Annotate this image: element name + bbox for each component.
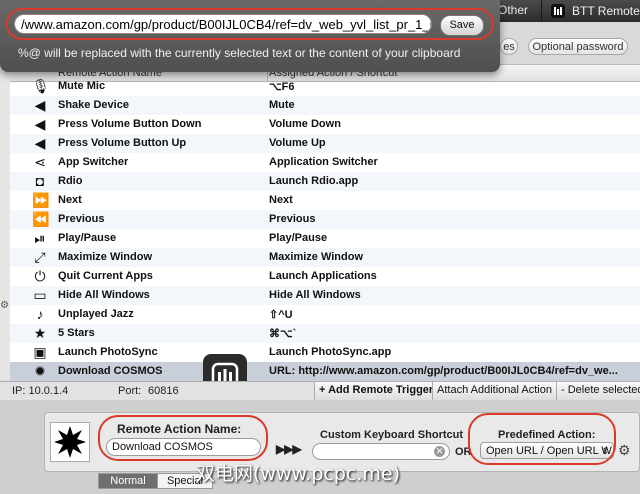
row-action-name: Rdio [58,175,83,187]
row-assigned-action: Previous [269,213,316,225]
clear-shortcut-icon[interactable]: ✕ [434,446,445,457]
watermark-text: 双电网(www.pcpc.me) [196,463,400,485]
row-action-name: App Switcher [58,156,129,168]
table-row[interactable]: ⏩ Next Next [10,191,640,210]
row-action-name: Hide All Windows [58,289,150,301]
table-row[interactable]: ⤢ Maximize Window Maximize Window [10,248,640,267]
highlight-ring-name [98,415,268,461]
status-bar: IP: 10.0.1.4 Port: 60816 + Add Remote Tr… [0,381,640,401]
highlight-ring-url [6,8,494,40]
tab-btt-remote-label: BTT Remote [572,4,640,18]
row-action-name: Maximize Window [58,251,153,263]
placeholder-hint: %@ will be replaced with the currently s… [18,46,461,60]
maximize-icon: ⤢ [34,249,46,265]
url-popover: /www.amazon.com/gp/product/B00IJL0CB4/re… [0,0,500,72]
burst-icon [54,426,86,458]
row-assigned-action: Play/Pause [269,232,328,244]
row-assigned-action: ⌥F6 [269,81,295,93]
row-action-name: Shake Device [58,99,129,111]
gear-icon[interactable]: ⚙ [618,442,631,459]
remote-actions-table: Remote Action Name Assigned Action / Sho… [10,64,640,381]
rdio-icon: ◘ [35,173,45,189]
table-row[interactable]: ★ 5 Stars ⌘⌥` [10,324,640,343]
row-assigned-action: Volume Up [269,137,326,149]
tab-other[interactable]: Other [498,3,528,17]
custom-keyboard-shortcut-label: Custom Keyboard Shortcut [320,429,464,441]
table-row[interactable]: ⏻ Quit Current Apps Launch Applications [10,267,640,286]
monitor-icon: ▭ [33,287,47,303]
row-assigned-action: Volume Down [269,118,341,130]
row-assigned-action: ⌘⌥` [269,328,297,340]
row-assigned-action: Hide All Windows [269,289,361,301]
table-row[interactable]: ⋖ App Switcher Application Switcher [10,153,640,172]
row-assigned-action: Application Switcher [269,156,378,168]
highlight-ring-predefined [468,413,616,465]
ip-address: IP: 10.0.1.4 [12,385,69,397]
arrows-indicator: ▶▶▶ [276,442,302,456]
port-label: Port: [118,385,142,397]
table-row[interactable]: ◀ Shake Device Mute [10,96,640,115]
row-assigned-action: Launch Rdio.app [269,175,359,187]
row-action-name: Previous [58,213,105,225]
table-row[interactable]: ◀ Press Volume Button Down Volume Down [10,115,640,134]
attach-additional-action-button[interactable]: Attach Additional Action [432,382,556,400]
burst-icon: ✹ [34,363,46,379]
delete-selected-button[interactable]: - Delete selected [556,382,640,400]
add-remote-trigger-button[interactable]: + Add Remote Trigger [314,382,438,400]
action-icon-well[interactable] [50,422,90,462]
table-row[interactable]: 🎙 Mute Mic ⌥F6 [10,77,640,96]
row-action-name: 5 Stars [58,327,95,339]
music-note-icon: ♪ [36,306,44,322]
volume-up-icon: ◀ [34,135,46,151]
previous-icon: ⏪ [32,211,50,227]
table-row[interactable]: ▣ Launch PhotoSync Launch PhotoSync.app [10,343,640,362]
table-row[interactable]: ⏯ Play/Pause Play/Pause [10,229,640,248]
volume-down-icon: ◀ [34,116,46,132]
btt-remote-icon [551,4,565,18]
row-assigned-action: Maximize Window [269,251,364,263]
row-action-name: Unplayed Jazz [58,308,134,320]
speaker-icon: ◀ [34,97,46,113]
row-assigned-action: Next [269,194,293,206]
microphone-icon: 🎙 [32,78,50,94]
row-assigned-action: URL: http://www.amazon.com/gp/product/B0… [269,365,618,377]
table-row[interactable]: ✹ Download COSMOS URL: http://www.amazon.c… [10,362,640,381]
small-button[interactable]: es [500,38,518,55]
row-assigned-action: ⇧^U [269,309,293,321]
segment-normal[interactable]: Normal [98,473,158,489]
row-action-name: Press Volume Button Down [58,118,202,130]
row-action-name: Quit Current Apps [58,270,153,282]
table-row[interactable]: ▭ Hide All Windows Hide All Windows [10,286,640,305]
row-action-name: Play/Pause [58,232,117,244]
play-pause-icon: ⏯ [34,230,46,246]
star-icon: ★ [33,325,47,341]
table-row[interactable]: ⏪ Previous Previous [10,210,640,229]
row-action-name: Launch PhotoSync [58,346,158,358]
row-action-name: Press Volume Button Up [58,137,187,149]
table-row[interactable]: ♪ Unplayed Jazz ⇧^U [10,305,640,324]
row-action-name: Next [58,194,82,206]
table-row[interactable]: ◀ Press Volume Button Up Volume Up [10,134,640,153]
row-assigned-action: Launch PhotoSync.app [269,346,392,358]
row-action-name: Download COSMOS [58,365,163,377]
row-assigned-action: Mute [269,99,295,111]
photosync-icon: ▣ [33,344,47,360]
keyboard-shortcut-field[interactable] [312,443,450,460]
row-assigned-action: Launch Applications [269,270,377,282]
tab-btt-remote[interactable]: BTT Remote [541,0,640,22]
optional-password-field[interactable]: Optional password [528,38,628,55]
share-icon: ⋖ [34,154,46,170]
row-action-name: Mute Mic [58,80,106,92]
power-icon: ⏻ [34,268,46,284]
port-value: 60816 [148,385,179,397]
table-row[interactable]: ◘ Rdio Launch Rdio.app [10,172,640,191]
gear-icon[interactable]: ⚙ [0,300,9,311]
next-icon: ⏩ [32,192,50,208]
